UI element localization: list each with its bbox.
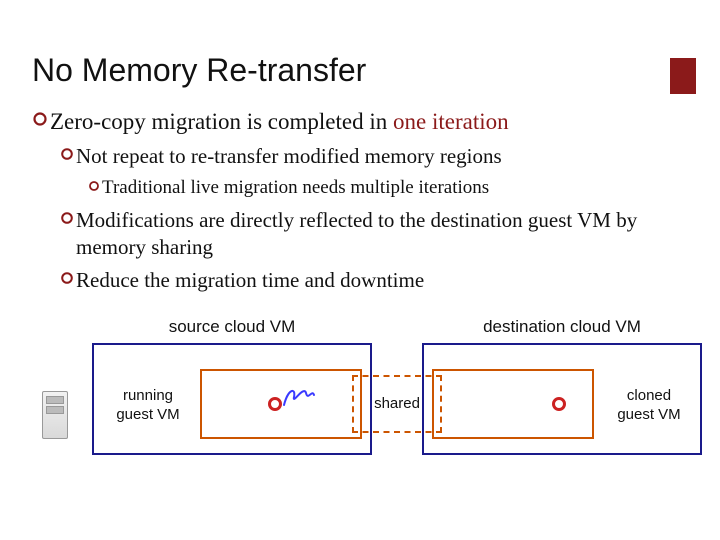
bullet-text: Not repeat to re-transfer modified memor… bbox=[76, 143, 502, 170]
circle-bullet-icon bbox=[60, 211, 74, 225]
running-guest-vm-label: running guest VM bbox=[106, 387, 190, 425]
circle-bullet-icon bbox=[32, 111, 48, 127]
bullet-level2: Not repeat to re-transfer modified memor… bbox=[60, 143, 688, 170]
bullet-1-pre: Zero-copy migration is completed in bbox=[50, 109, 393, 134]
memory-page-icon bbox=[552, 397, 566, 411]
circle-bullet-icon bbox=[60, 271, 74, 285]
slide-title: No Memory Re-transfer bbox=[32, 52, 688, 89]
cloned-guest-vm-label: cloned guest VM bbox=[604, 387, 694, 425]
bullet-level2: Reduce the migration time and downtime bbox=[60, 267, 688, 294]
bullet-level2: Modifications are directly reflected to … bbox=[60, 207, 688, 262]
slide-content: No Memory Re-transfer Zero-copy migratio… bbox=[0, 0, 720, 487]
bullet-text: Reduce the migration time and downtime bbox=[76, 267, 424, 294]
bullet-text: Traditional live migration needs multipl… bbox=[102, 176, 489, 201]
migration-diagram: source cloud VM destination cloud VM sha… bbox=[92, 317, 660, 467]
memory-page-icon bbox=[268, 397, 282, 411]
accent-square bbox=[670, 58, 696, 94]
bullet-text: Zero-copy migration is completed in one … bbox=[50, 107, 509, 137]
bullet-level1: Zero-copy migration is completed in one … bbox=[32, 107, 688, 137]
source-cloud-label: source cloud VM bbox=[132, 317, 332, 337]
server-icon bbox=[42, 391, 82, 447]
destination-cloud-label: destination cloud VM bbox=[462, 317, 662, 337]
bullet-text: Modifications are directly reflected to … bbox=[76, 207, 688, 262]
shared-label: shared bbox=[374, 395, 420, 412]
shared-memory-box: shared bbox=[352, 375, 442, 433]
destination-memory-box bbox=[432, 369, 594, 439]
circle-bullet-icon bbox=[60, 147, 74, 161]
bullet-level3: Traditional live migration needs multipl… bbox=[88, 176, 688, 201]
circle-bullet-icon bbox=[88, 180, 100, 192]
bullet-1-accent: one iteration bbox=[393, 109, 509, 134]
